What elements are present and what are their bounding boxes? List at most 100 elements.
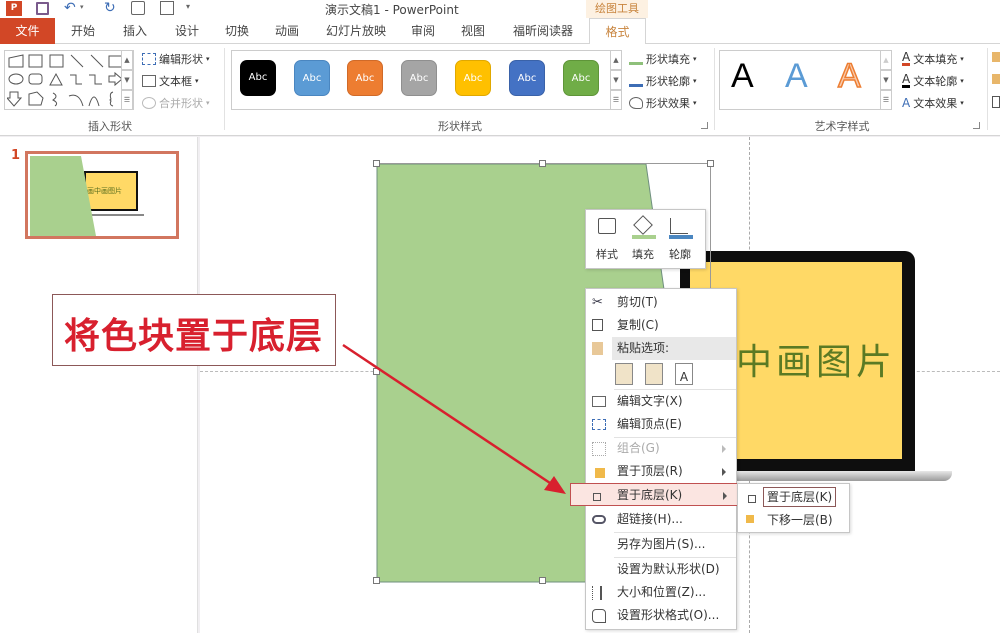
shape-style-swatch[interactable]: Abc: [455, 60, 491, 96]
tab-view[interactable]: 视图: [452, 18, 494, 44]
text-box-button[interactable]: 文本框 ▾: [142, 73, 199, 89]
mini-outline-button[interactable]: 轮廓: [667, 214, 701, 264]
submenu-arrow-icon: [723, 492, 727, 500]
menu-item-size-position[interactable]: 大小和位置(Z)...: [586, 581, 736, 604]
fill-color-bar: [632, 235, 656, 239]
paste-picture-icon[interactable]: [645, 363, 663, 385]
resize-handle[interactable]: [373, 160, 380, 167]
outline-color-bar: [669, 235, 693, 239]
mini-style-button[interactable]: 样式: [594, 214, 626, 264]
shapes-scroll-down-button[interactable]: ▼: [121, 70, 133, 90]
menu-item-format-shape[interactable]: 设置形状格式(O)...: [586, 604, 736, 627]
text-fill-button[interactable]: A 文本填充 ▾: [902, 51, 964, 67]
send-backward-icon[interactable]: [992, 74, 1000, 84]
chevron-down-icon: ▾: [960, 55, 964, 63]
wordart-scroll-down-button[interactable]: ▼: [880, 70, 892, 90]
shapes-more-button[interactable]: ☰: [121, 90, 133, 110]
customize-qat-icon[interactable]: ▾: [186, 2, 190, 11]
shape-effects-button[interactable]: 形状效果 ▾: [629, 95, 697, 111]
undo-icon[interactable]: ↶: [64, 0, 76, 16]
slideshow-from-start-icon[interactable]: [131, 1, 145, 15]
slide-thumbnail-pane: 1 在画中画图片: [0, 137, 198, 633]
mini-fill-button[interactable]: 填充: [630, 214, 662, 264]
resize-handle[interactable]: [373, 577, 380, 584]
shapes-scroll-up-button[interactable]: ▲: [121, 50, 133, 70]
text-effects-icon: A: [902, 96, 911, 110]
styles-more-button[interactable]: ☰: [610, 90, 622, 110]
shape-style-swatch[interactable]: Abc: [240, 60, 276, 96]
submenu-item-send-backward[interactable]: 下移一层(B): [738, 509, 849, 532]
resize-handle[interactable]: [539, 577, 546, 584]
chevron-down-icon: ▾: [195, 77, 199, 85]
submenu-arrow-icon: [722, 468, 726, 476]
menu-item-cut[interactable]: ✂ 剪切(T): [586, 291, 736, 314]
dialog-launcher-icon[interactable]: [701, 122, 708, 129]
shape-outline-button[interactable]: 形状轮廓 ▾: [629, 73, 697, 89]
selection-pane-icon[interactable]: [992, 96, 1000, 108]
save-icon[interactable]: [36, 2, 49, 15]
menu-item-send-to-back[interactable]: 置于底层(K): [570, 483, 738, 506]
title-bar: P ↶ ▾ ↻ ▾ 演示文稿1 - PowerPoint 绘图工具: [0, 0, 1000, 18]
shape-style-swatch[interactable]: Abc: [509, 60, 545, 96]
wordart-scroll-up-button[interactable]: ▲: [880, 50, 892, 70]
copy-icon: [592, 319, 603, 331]
bring-forward-icon[interactable]: [992, 52, 1000, 62]
shape-fill-button[interactable]: 形状填充 ▾: [629, 51, 697, 67]
tab-transitions[interactable]: 切换: [216, 18, 258, 44]
text-outline-button[interactable]: A 文本轮廓 ▾: [902, 73, 964, 89]
chevron-down-icon: ▾: [960, 77, 964, 85]
resize-handle[interactable]: [539, 160, 546, 167]
menu-item-set-default-shape[interactable]: 设置为默认形状(D): [586, 558, 736, 581]
group-label-shape-styles: 形状样式: [438, 120, 482, 133]
wordart-style-blue[interactable]: A: [785, 57, 808, 96]
mini-style-label: 样式: [596, 248, 618, 261]
shapes-gallery[interactable]: [4, 50, 134, 110]
text-effects-button[interactable]: A 文本效果 ▾: [902, 95, 964, 111]
text-fill-icon: A: [902, 50, 911, 66]
shape-style-swatch[interactable]: Abc: [563, 60, 599, 96]
slide-number: 1: [11, 148, 21, 163]
shape-effects-icon: [629, 97, 643, 109]
tab-foxit-reader[interactable]: 福昕阅读器: [505, 18, 581, 44]
tab-design[interactable]: 设计: [166, 18, 208, 44]
resize-handle[interactable]: [707, 160, 714, 167]
tab-format[interactable]: 格式: [589, 18, 646, 45]
chevron-down-icon: ▾: [693, 55, 697, 63]
mini-outline-label: 轮廓: [669, 248, 691, 261]
paste-keep-source-icon[interactable]: [615, 363, 633, 385]
send-backward-icon: [746, 515, 754, 523]
merge-shapes-button[interactable]: 合并形状 ▾: [142, 95, 210, 111]
undo-dropdown-icon[interactable]: ▾: [80, 3, 84, 11]
styles-scroll-up-button[interactable]: ▲: [610, 50, 622, 70]
tab-insert[interactable]: 插入: [114, 18, 156, 44]
paste-text-only-icon[interactable]: A: [675, 363, 693, 385]
tab-animations[interactable]: 动画: [266, 18, 308, 44]
tab-slideshow[interactable]: 幻灯片放映: [320, 18, 392, 44]
tab-home[interactable]: 开始: [62, 18, 104, 44]
dialog-launcher-icon[interactable]: [973, 122, 980, 129]
slide-thumbnail[interactable]: 在画中画图片: [25, 151, 179, 239]
shape-style-swatch[interactable]: Abc: [294, 60, 330, 96]
menu-item-edit-text[interactable]: 编辑文字(X): [586, 390, 736, 413]
shape-style-swatch[interactable]: Abc: [401, 60, 437, 96]
redo-icon[interactable]: ↻: [104, 0, 116, 16]
edit-shape-button[interactable]: 编辑形状 ▾: [142, 51, 210, 67]
submenu-item-send-to-back[interactable]: 置于底层(K): [738, 486, 849, 509]
wordart-style-orange[interactable]: A: [837, 56, 861, 96]
wordart-style-black[interactable]: A: [731, 57, 754, 96]
text-outline-icon: A: [902, 72, 911, 88]
tab-file[interactable]: 文件: [0, 18, 55, 44]
shape-style-swatch[interactable]: Abc: [347, 60, 383, 96]
menu-item-save-as-picture[interactable]: 另存为图片(S)...: [586, 533, 736, 556]
tab-review[interactable]: 审阅: [402, 18, 444, 44]
wordart-more-button[interactable]: ☰: [880, 90, 892, 110]
menu-item-copy[interactable]: 复制(C): [586, 314, 736, 337]
menu-item-hyperlink[interactable]: 超链接(H)...: [586, 508, 736, 531]
submenu-arrow-icon: [722, 445, 726, 453]
styles-scroll-down-button[interactable]: ▼: [610, 70, 622, 90]
menu-item-edit-points[interactable]: 编辑顶点(E): [586, 413, 736, 436]
present-online-icon[interactable]: [160, 1, 174, 15]
chevron-down-icon: ▾: [206, 55, 210, 63]
menu-item-group[interactable]: 组合(G): [586, 437, 736, 460]
menu-item-bring-to-front[interactable]: 置于顶层(R): [586, 460, 736, 483]
